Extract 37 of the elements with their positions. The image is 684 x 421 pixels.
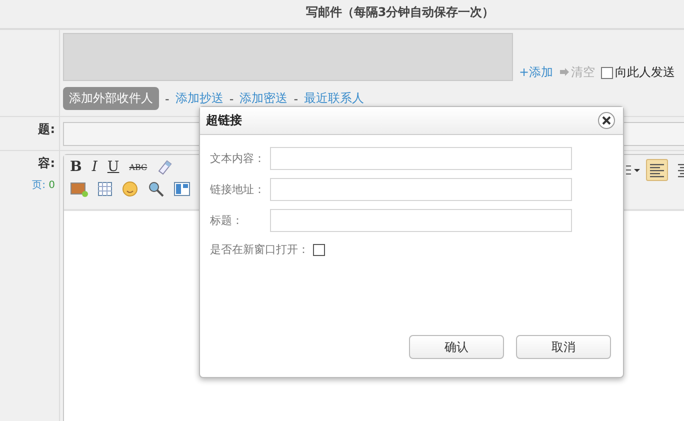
dialog-button[interactable]: 确认 <box>409 335 504 359</box>
arrow-icon <box>559 68 570 78</box>
format-button[interactable]: ABC <box>129 162 148 172</box>
list-icon <box>626 165 640 175</box>
field-label: 标题： <box>210 213 244 228</box>
send-label: 向此人发送 <box>615 64 676 81</box>
format-button[interactable]: U <box>107 159 120 175</box>
subject-label: 题: <box>38 121 55 138</box>
send-checkbox[interactable] <box>601 66 614 78</box>
align-button[interactable] <box>646 159 668 181</box>
dialog-input[interactable] <box>270 209 572 232</box>
eraser-icon <box>157 159 174 175</box>
dialog-input[interactable] <box>270 147 572 170</box>
field-label: 链接地址： <box>210 182 266 197</box>
new-window-label: 是否在新窗口打开： <box>210 242 309 257</box>
separator-text: - <box>294 92 298 106</box>
count-label: 页: 0 <box>32 179 55 192</box>
image-icon <box>70 181 88 197</box>
dialog-input[interactable] <box>270 178 572 201</box>
format-button[interactable]: I <box>92 159 98 175</box>
align-icon <box>649 162 665 178</box>
field-label: 文本内容： <box>210 151 266 166</box>
dialog-button[interactable]: 取消 <box>516 335 611 359</box>
layout-icon <box>174 182 190 196</box>
format-button[interactable]: B <box>70 159 82 175</box>
table-icon <box>98 182 112 196</box>
close-button[interactable] <box>598 112 615 129</box>
new-window-checkbox[interactable] <box>313 244 325 256</box>
dialog-title: 超链接 <box>206 112 242 129</box>
separator-text: - <box>165 92 170 106</box>
recipients-field[interactable] <box>63 33 513 81</box>
content-label: 容: <box>38 155 55 172</box>
separator-text: - <box>229 92 234 106</box>
smiley-icon <box>122 181 138 197</box>
page-title: 写邮件（每隔3分钟自动保存一次） <box>306 4 494 21</box>
magnifier-icon <box>148 181 164 197</box>
close-icon <box>602 116 611 125</box>
